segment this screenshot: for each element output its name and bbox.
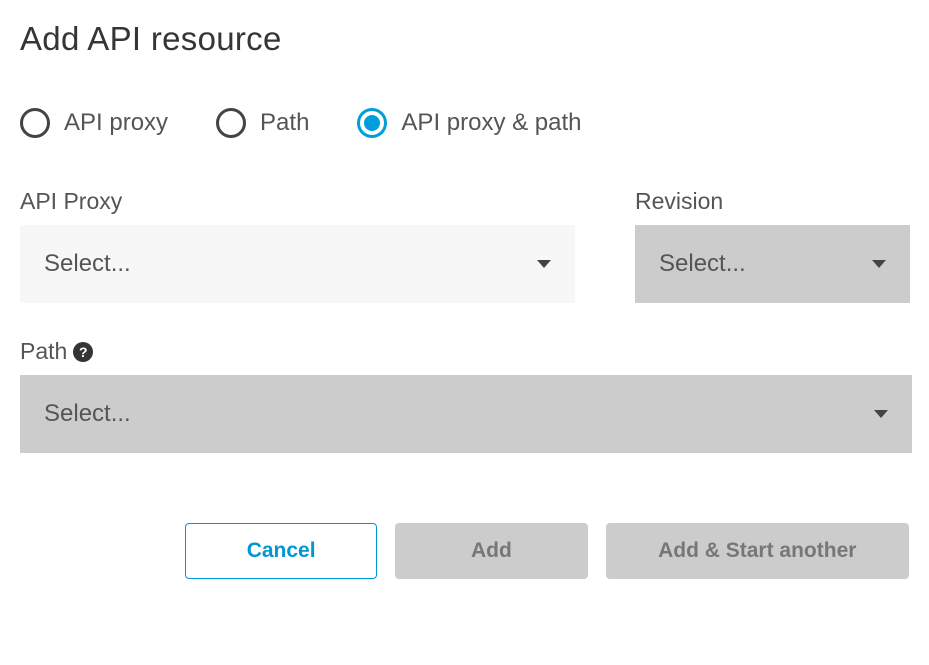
radio-checked-icon — [357, 108, 387, 138]
radio-unchecked-icon — [216, 108, 246, 138]
resource-type-radio-group: API proxy Path API proxy & path — [20, 108, 909, 138]
help-icon[interactable]: ? — [73, 342, 93, 362]
api-proxy-label: API Proxy — [20, 188, 575, 215]
radio-label: Path — [260, 109, 309, 137]
revision-select[interactable]: Select... — [635, 225, 910, 303]
select-value: Select... — [659, 250, 746, 278]
revision-field: Revision Select... — [635, 188, 910, 303]
radio-unchecked-icon — [20, 108, 50, 138]
path-select[interactable]: Select... — [20, 375, 912, 453]
add-button[interactable]: Add — [395, 523, 587, 579]
radio-api-proxy[interactable]: API proxy — [20, 108, 168, 138]
revision-label: Revision — [635, 188, 910, 215]
api-proxy-field: API Proxy Select... — [20, 188, 575, 303]
select-value: Select... — [44, 400, 131, 428]
radio-path[interactable]: Path — [216, 108, 309, 138]
chevron-down-icon — [874, 410, 888, 418]
action-buttons: Cancel Add Add & Start another — [185, 523, 909, 579]
cancel-button[interactable]: Cancel — [185, 523, 377, 579]
radio-label: API proxy & path — [401, 109, 581, 137]
api-proxy-select[interactable]: Select... — [20, 225, 575, 303]
path-field: Path ? Select... — [20, 338, 912, 453]
add-start-another-button[interactable]: Add & Start another — [606, 523, 909, 579]
path-label-text: Path — [20, 338, 67, 365]
page-title: Add API resource — [20, 20, 909, 58]
chevron-down-icon — [872, 260, 886, 268]
form-row-proxy-revision: API Proxy Select... Revision Select... — [20, 188, 909, 303]
radio-api-proxy-and-path[interactable]: API proxy & path — [357, 108, 581, 138]
radio-inner-dot — [364, 115, 380, 131]
path-label: Path ? — [20, 338, 912, 365]
chevron-down-icon — [537, 260, 551, 268]
radio-label: API proxy — [64, 109, 168, 137]
select-value: Select... — [44, 250, 131, 278]
